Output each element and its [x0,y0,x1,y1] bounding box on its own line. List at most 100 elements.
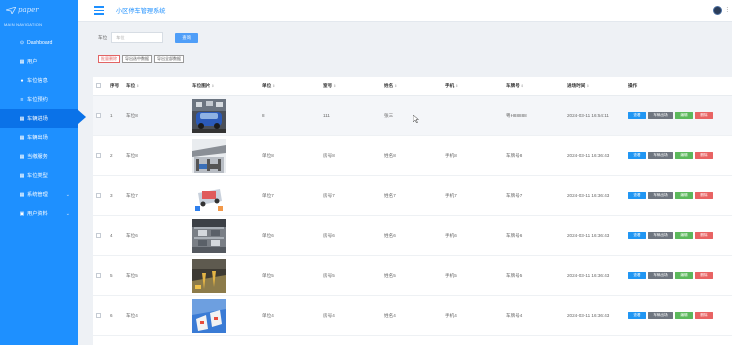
row-checkbox[interactable] [93,112,110,119]
avatar[interactable] [713,6,722,15]
exit-button[interactable]: 车辆出场 [648,112,673,119]
sidebar-item-label: 车辆进场 [27,116,48,122]
sidebar-item-parking-info[interactable]: ● 车位信息 [0,71,78,90]
cell-spot: 车位8 [126,152,138,158]
edit-button[interactable]: 编辑 [675,152,693,159]
col-plate[interactable]: 车牌号⇕ [506,83,567,89]
sidebar-item-spot-type[interactable]: ▦ 车位类型 [0,166,78,185]
export-all-button[interactable]: 导出全部数据 [154,55,184,63]
cell-ops: 查看 车辆出场 编辑 删除 [628,312,732,319]
cell-room: 房号5 [323,272,335,278]
parking-spot-image [192,178,226,213]
cell-image[interactable] [192,98,262,133]
sidebar-item-label: 车位信息 [27,78,48,84]
export-selected-button[interactable]: 导出选中数据 [122,55,152,63]
row-checkbox[interactable] [93,232,110,239]
view-button[interactable]: 查看 [628,232,646,239]
col-spot[interactable]: 车位⇕ [126,83,192,89]
query-button[interactable]: 查询 [175,32,199,43]
grid-icon: ▦ [19,172,25,179]
sidebar-item-dashboard[interactable]: ⊙ Dashboard [0,33,78,52]
row-checkbox[interactable] [93,272,110,279]
cell-time: 2024-03-11 16:36:43 [567,233,610,238]
active-pointer [78,110,86,124]
col-ops: 操作 [628,83,638,88]
exit-button[interactable]: 车辆出场 [648,232,673,239]
row-checkbox[interactable] [93,152,110,159]
cell-unit: 单位6 [262,232,274,238]
edit-button[interactable]: 编辑 [675,112,693,119]
delete-button[interactable]: 删除 [695,152,713,159]
cell-spot: 车位4 [126,312,138,318]
cell-index: 6 [110,313,113,318]
delete-button[interactable]: 删除 [695,112,713,119]
delete-button[interactable]: 删除 [695,232,713,239]
sidebar-item-system[interactable]: ▦ 系统管理 ⌄ [0,185,78,204]
menu-toggle-icon[interactable] [94,6,104,15]
cell-index: 2 [110,153,113,158]
chevron-down-icon: ⌄ [65,191,70,198]
select-all-checkbox[interactable] [93,83,110,89]
search-bar: 车位 车位 查询 [93,30,732,45]
cell-time: 2024-03-11 16:36:43 [567,193,610,198]
col-phone[interactable]: 手机⇕ [445,83,506,89]
sidebar-item-payment[interactable]: ▦ 当缴服务 [0,147,78,166]
cell-image[interactable] [192,218,262,253]
mouse-cursor-icon [413,115,419,123]
col-room[interactable]: 室号⇕ [323,83,384,89]
cell-room: 房号4 [323,312,335,318]
delete-button[interactable]: 删除 [695,272,713,279]
sidebar-item-reservation[interactable]: ≡ 车位预约 [0,90,78,109]
delete-button[interactable]: 删除 [695,192,713,199]
grid-icon: ▦ [19,115,25,122]
cell-name: 姓名5 [384,272,396,278]
row-checkbox[interactable] [93,312,110,319]
exit-button[interactable]: 车辆出场 [648,312,673,319]
cell-plate: 车牌号5 [506,272,523,278]
cell-image[interactable] [192,258,262,293]
batch-delete-button[interactable]: 批量删除 [98,55,120,63]
col-image[interactable]: 车位图片⇕ [192,83,262,89]
view-button[interactable]: 查看 [628,152,646,159]
exit-button[interactable]: 车辆出场 [648,152,673,159]
row-checkbox[interactable] [93,192,110,199]
sidebar-item-profile[interactable]: ▣ 用户资料 ⌄ [0,204,78,223]
cell-image[interactable] [192,298,262,333]
cell-phone: 手机7 [445,192,457,198]
sidebar-item-users[interactable]: ▦ 用户 [0,52,78,71]
view-button[interactable]: 查看 [628,312,646,319]
col-time[interactable]: 进场时间⇕ [567,83,628,89]
view-button[interactable]: 查看 [628,192,646,199]
cell-image[interactable] [192,138,262,173]
cell-ops: 查看 车辆出场 编辑 删除 [628,112,732,119]
edit-button[interactable]: 编辑 [675,232,693,239]
col-name[interactable]: 姓名⇕ [384,83,445,89]
view-button[interactable]: 查看 [628,272,646,279]
cell-room: 房号8 [323,152,335,158]
more-vertical-icon[interactable]: · · · [726,6,728,15]
edit-button[interactable]: 编辑 [675,312,693,319]
edit-button[interactable]: 编辑 [675,272,693,279]
col-unit[interactable]: 单位⇕ [262,83,323,89]
cell-index: 3 [110,193,113,198]
table-row: 5 车位5 单位5 房号5 姓名5 手机5 车牌号5 2024-03-11 16… [93,256,732,296]
cell-plate: 车牌号7 [506,192,523,198]
cell-time: 2024-03-11 16:36:43 [567,313,610,318]
delete-button[interactable]: 删除 [695,312,713,319]
cell-plate: 车牌号6 [506,232,523,238]
nav-title: MAIN NAVIGATION [4,22,43,27]
cell-image[interactable] [192,178,262,213]
sidebar-item-label: 用户 [27,59,38,65]
exit-button[interactable]: 车辆出场 [648,192,673,199]
grid-icon: ▦ [19,191,25,198]
cell-time: 2024-03-11 16:36:43 [567,273,610,278]
sidebar-item-vehicle-exit[interactable]: ▦ 车辆出场 [0,128,78,147]
car-icon: ● [20,77,24,84]
sidebar-item-vehicle-entry[interactable]: ▦ 车辆进场 [0,109,78,128]
edit-button[interactable]: 编辑 [675,192,693,199]
col-index[interactable]: 序号 [110,83,126,89]
spot-search-input[interactable]: 车位 [111,32,164,43]
parking-spot-image [192,218,226,253]
exit-button[interactable]: 车辆出场 [648,272,673,279]
view-button[interactable]: 查看 [628,112,646,119]
